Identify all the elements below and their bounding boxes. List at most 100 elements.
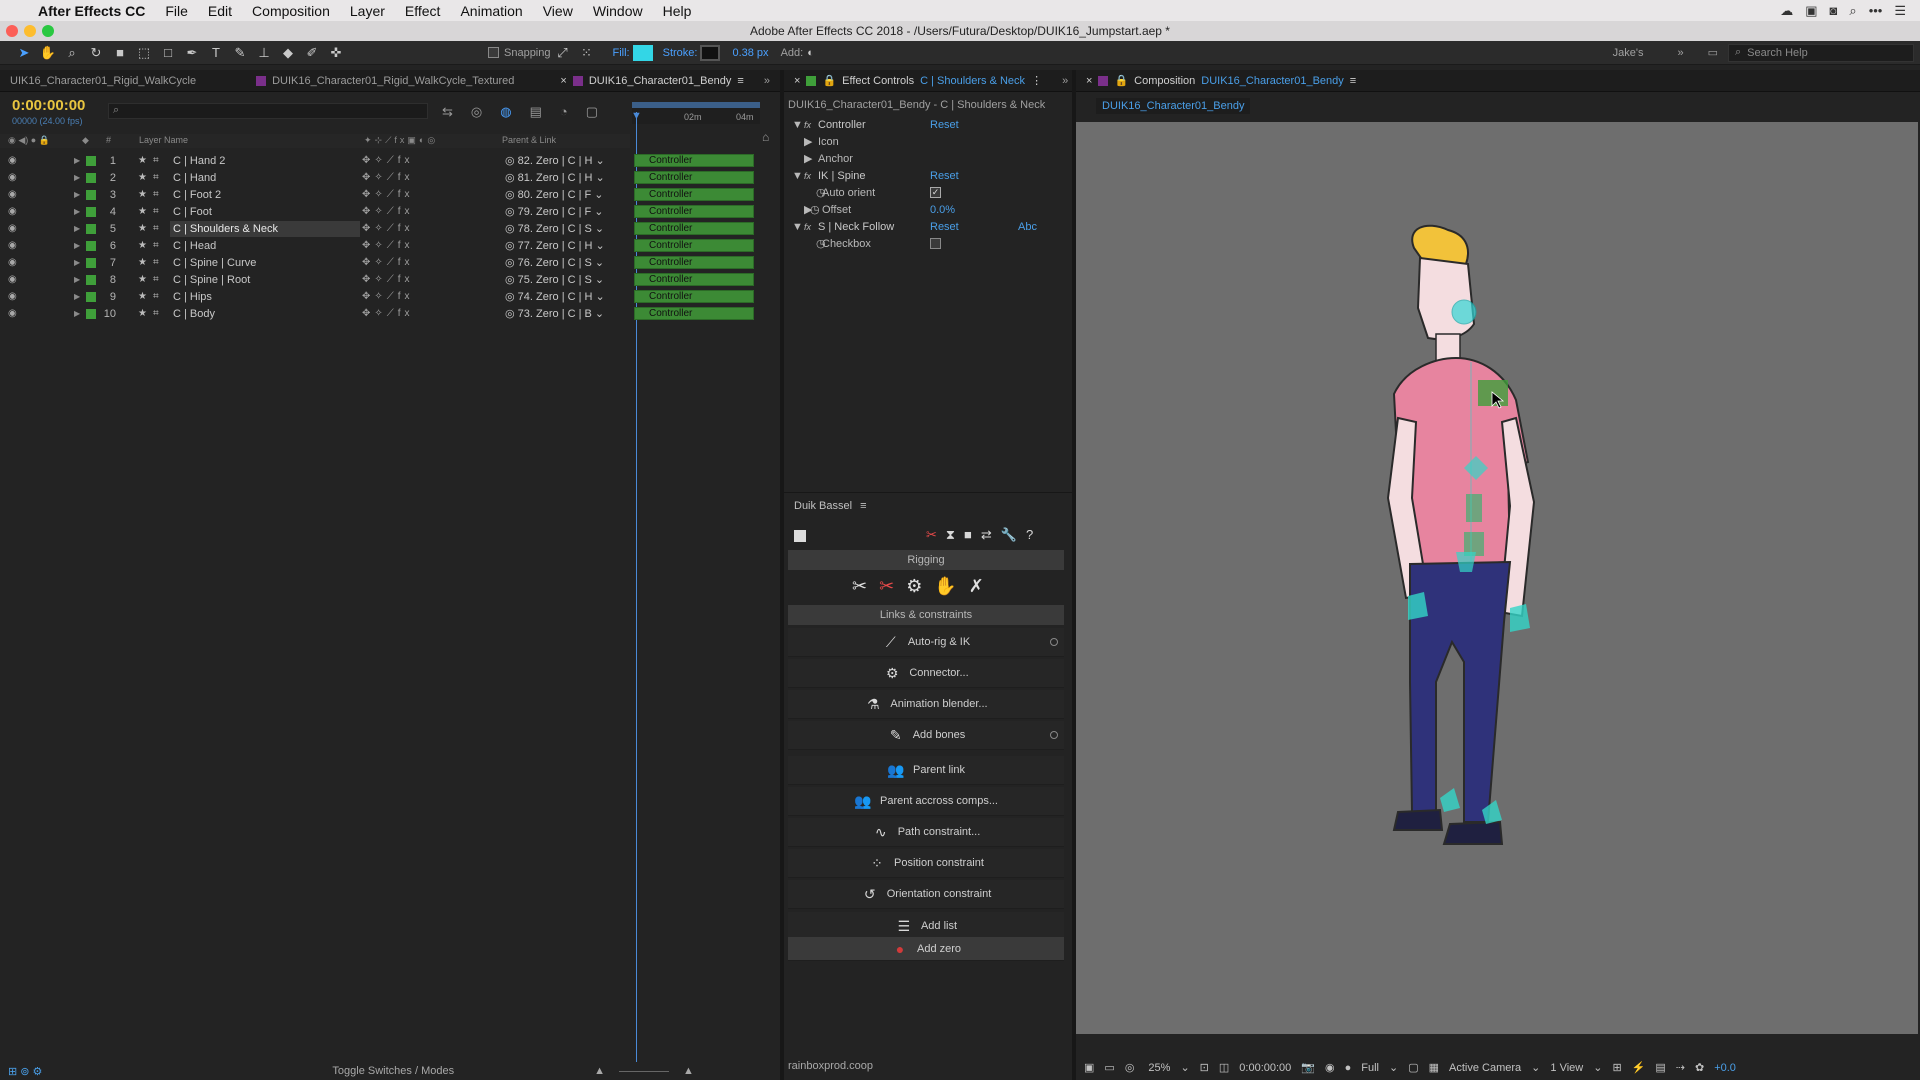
more-icon[interactable]: ••• bbox=[1869, 3, 1883, 19]
menu-edit[interactable]: Edit bbox=[198, 3, 242, 19]
expand-layer-icon[interactable]: ▶ bbox=[74, 292, 80, 301]
layer-row[interactable]: ◉ ▶ 6 ★ ⌗ C | Head ✥✧⟋fx ◎ 77. Zero | C | H ⌄ bbox=[0, 237, 605, 254]
close-tab-icon[interactable]: × bbox=[560, 75, 566, 87]
animation-blender-button[interactable]: ⚗ Animation blender... bbox=[788, 690, 1064, 719]
stroke-width-value[interactable]: 0.38 px bbox=[732, 47, 768, 59]
status-app-icon[interactable]: ◙ bbox=[1830, 3, 1838, 19]
comp-mini-flowchart-icon[interactable]: ⊞ ⊚ ⚙ bbox=[8, 1065, 42, 1078]
puppet-pin-tool-icon[interactable]: ✜ bbox=[324, 43, 348, 63]
show-snapshot-icon[interactable]: ◉ bbox=[1325, 1061, 1335, 1074]
fx-icon[interactable]: fx bbox=[804, 222, 818, 232]
shy-layers-icon[interactable]: ◍ bbox=[500, 104, 511, 120]
creative-cloud-icon[interactable]: ☁ bbox=[1780, 3, 1793, 19]
viewer-timecode[interactable]: 0:00:00:00 bbox=[1239, 1062, 1291, 1074]
layer-color-label[interactable] bbox=[86, 274, 96, 285]
layer-row[interactable]: ◉ ▶ 7 ★ ⌗ C | Spine | Curve ✥✧⟋fx ◎ 76. Zero | … bbox=[0, 254, 604, 271]
links-constraints-header[interactable]: Links & constraints bbox=[788, 605, 1064, 625]
help-icon[interactable]: ? bbox=[1026, 527, 1033, 543]
work-area-bar[interactable] bbox=[632, 102, 760, 108]
collapsed-triangle-icon[interactable]: ▶ bbox=[792, 152, 818, 165]
parent-pick-whip[interactable]: ◎ 81. Zero | C | H ⌄ bbox=[505, 171, 605, 184]
expand-layer-icon[interactable]: ▶ bbox=[74, 309, 80, 318]
settings-wrench-icon[interactable]: 🔧 bbox=[1001, 527, 1017, 543]
clone-stamp-tool-icon[interactable]: ⊥ bbox=[252, 43, 276, 63]
reset-button[interactable]: Reset bbox=[930, 170, 959, 182]
property-anchor[interactable]: ▶ Anchor bbox=[792, 150, 1062, 167]
io-icon[interactable]: ⇄ bbox=[981, 527, 992, 543]
position-constraint-button[interactable]: ⁘ Position constraint bbox=[788, 849, 1064, 878]
tab-character01-bendy[interactable]: × DUIK16_Character01_Bendy ≡ bbox=[550, 70, 753, 91]
rigging-tool-icon[interactable]: ✂ bbox=[926, 527, 937, 543]
layer-duration-bar[interactable]: Controller bbox=[634, 307, 754, 320]
layer-name[interactable]: C | Head bbox=[170, 238, 360, 254]
tab-rigid-walkcycle-textured[interactable]: DUIK16_Character01_Rigid_WalkCycle_Textu… bbox=[246, 70, 524, 91]
layer-switches[interactable]: ✥✧⟋fx bbox=[362, 274, 414, 285]
parent-pick-whip[interactable]: ◎ 82. Zero | C | H ⌄ bbox=[505, 154, 605, 167]
menu-file[interactable]: File bbox=[155, 3, 198, 19]
layer-color-label[interactable] bbox=[86, 291, 96, 302]
timeline-icon[interactable]: ▤ bbox=[1655, 1061, 1665, 1074]
automation-category-icon[interactable]: ⚙ bbox=[906, 576, 922, 597]
expand-layer-icon[interactable]: ▶ bbox=[74, 173, 80, 182]
zoom-window-button[interactable] bbox=[42, 25, 54, 37]
layer-color-label[interactable] bbox=[86, 189, 96, 200]
layer-color-label[interactable] bbox=[86, 240, 96, 251]
duik-logo-icon[interactable] bbox=[794, 530, 806, 542]
flowchart-icon[interactable]: ⇢ bbox=[1676, 1061, 1685, 1074]
property-auto-orient[interactable]: ◷ Auto orient ✓ bbox=[792, 184, 1062, 201]
zoom-tool-icon[interactable]: ⌕ bbox=[60, 43, 84, 63]
panel-overflow-icon[interactable]: » bbox=[1052, 70, 1072, 91]
chevron-down-icon[interactable]: ⌄ bbox=[1389, 1061, 1398, 1074]
expand-layer-icon[interactable]: ▶ bbox=[74, 156, 80, 165]
visibility-eye-icon[interactable]: ◉ bbox=[8, 189, 17, 200]
collapsed-triangle-icon[interactable]: ▶ bbox=[792, 135, 818, 148]
close-tab-icon[interactable]: × bbox=[794, 75, 800, 87]
path-constraint-button[interactable]: ∿ Path constraint... bbox=[788, 818, 1064, 847]
close-window-button[interactable] bbox=[6, 25, 18, 37]
pick-whip-icon[interactable]: ◎ bbox=[505, 206, 515, 218]
parent-pick-whip[interactable]: ◎ 73. Zero | C | B ⌄ bbox=[505, 307, 604, 320]
property-checkbox[interactable]: ◷ Checkbox bbox=[792, 235, 1062, 252]
stopwatch-icon[interactable]: ◷ bbox=[792, 237, 826, 250]
resolution-value[interactable]: Full bbox=[1361, 1062, 1379, 1074]
composition-viewer[interactable] bbox=[1076, 122, 1918, 1034]
layer-name[interactable]: C | Spine | Curve bbox=[170, 255, 360, 271]
layer-name[interactable]: C | Hips bbox=[170, 289, 360, 305]
reset-button[interactable]: Reset bbox=[930, 119, 959, 131]
visibility-eye-icon[interactable]: ◉ bbox=[8, 274, 17, 285]
automation-icon[interactable]: ⧗ bbox=[946, 527, 955, 543]
tab-rigid-walkcycle[interactable]: UIK16_Character01_Rigid_WalkCycle bbox=[0, 70, 206, 91]
exposure-value[interactable]: +0.0 bbox=[1714, 1062, 1736, 1074]
fx-icon[interactable]: fx bbox=[804, 120, 818, 130]
layer-switches[interactable]: ✥✧⟋fx bbox=[362, 206, 414, 217]
neck-follow-checkbox[interactable] bbox=[930, 238, 941, 249]
visibility-eye-icon[interactable]: ◉ bbox=[8, 257, 17, 268]
layer-duration-bar[interactable]: Controller bbox=[634, 222, 754, 235]
menu-effect[interactable]: Effect bbox=[395, 3, 451, 19]
auto-orient-checkbox[interactable]: ✓ bbox=[930, 187, 941, 198]
panel-menu-icon[interactable]: ≡ bbox=[737, 75, 743, 87]
layer-row[interactable]: ◉ ▶ 5 ★ ⌗ C | Shoulders & Neck ✥✧⟋fx ◎ 78. Zero… bbox=[0, 220, 604, 237]
view-layout-value[interactable]: 1 View bbox=[1550, 1062, 1583, 1074]
current-timecode[interactable]: 0:00:00:00 bbox=[12, 97, 85, 114]
parent-layer-value[interactable]: 81. Zero | C | H bbox=[518, 172, 593, 184]
toggle-pixel-aspect-icon[interactable]: ⊞ bbox=[1612, 1061, 1621, 1074]
chevron-down-icon[interactable]: ⌄ bbox=[1180, 1061, 1189, 1074]
screen-record-icon[interactable]: ▣ bbox=[1805, 3, 1817, 19]
parent-pick-whip[interactable]: ◎ 76. Zero | C | S ⌄ bbox=[505, 256, 604, 269]
about-link[interactable]: Abc bbox=[1018, 221, 1037, 233]
layer-name[interactable]: C | Hand 2 bbox=[170, 153, 360, 169]
parent-pick-whip[interactable]: ◎ 74. Zero | C | H ⌄ bbox=[505, 290, 605, 303]
motion-blur-icon[interactable]: ◔ bbox=[560, 104, 568, 120]
panel-menu-icon[interactable]: ≡ bbox=[860, 500, 866, 512]
sync-settings-icon[interactable]: ▭ bbox=[1708, 46, 1718, 59]
layer-search-input[interactable]: ⌕ bbox=[108, 103, 428, 119]
camera-tools-icon[interactable]: ■ bbox=[964, 527, 972, 543]
layer-duration-bar[interactable]: Controller bbox=[634, 239, 754, 252]
layer-duration-bar[interactable]: Controller bbox=[634, 273, 754, 286]
expand-layer-icon[interactable]: ▶ bbox=[74, 258, 80, 267]
parent-layer-value[interactable]: 79. Zero | C | F bbox=[518, 206, 592, 218]
parent-layer-value[interactable]: 75. Zero | C | S bbox=[518, 274, 592, 286]
parent-layer-value[interactable]: 73. Zero | C | B bbox=[518, 308, 592, 320]
graph-editor-icon[interactable]: ▢ bbox=[586, 104, 598, 120]
